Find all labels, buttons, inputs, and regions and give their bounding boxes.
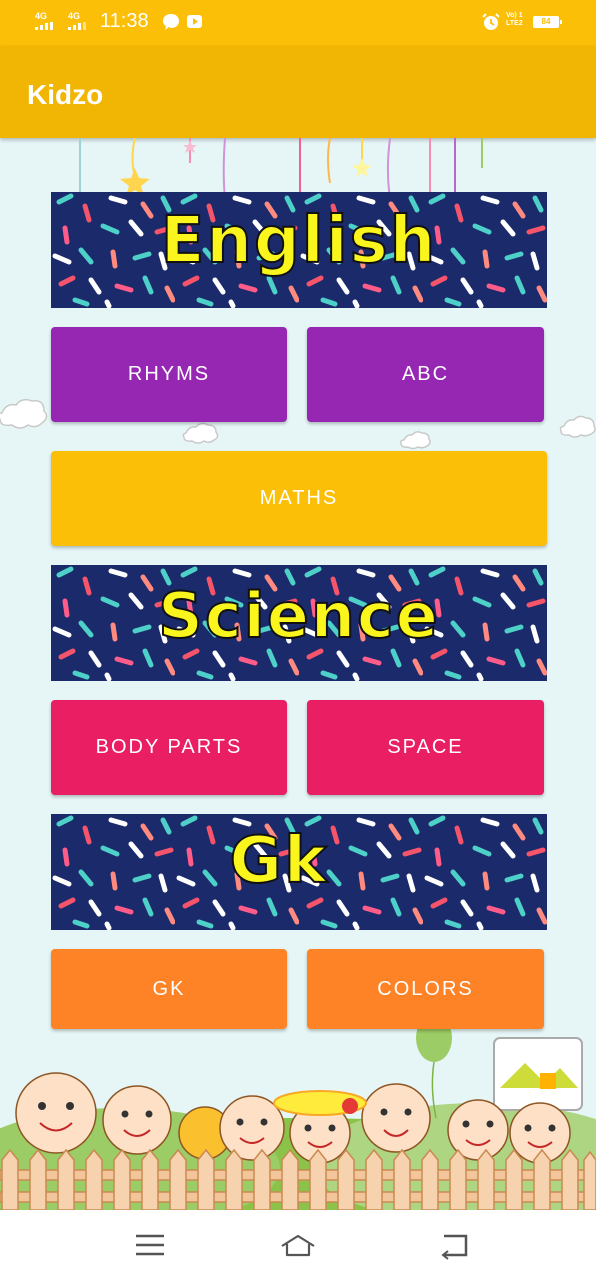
clock: 11:38 xyxy=(100,10,149,32)
youtube-icon xyxy=(187,15,202,28)
battery-icon: 84 xyxy=(533,16,562,28)
app-title: Kidzo xyxy=(27,79,104,110)
alarm-icon xyxy=(482,13,500,30)
system-navigation-bar xyxy=(0,1210,596,1280)
gk-banner-title: Gk xyxy=(228,823,329,899)
english-banner: English xyxy=(51,192,547,308)
rhyms-button[interactable]: RHYMS xyxy=(51,327,287,422)
volte-label: Vo) 1 xyxy=(506,12,523,19)
signal-bars-icon xyxy=(35,22,53,30)
status-bar: 4G 4G 11:38 Vo) 1 LTE2 84 xyxy=(0,0,596,46)
gk-banner: Gk xyxy=(51,814,547,930)
science-banner-title: Science xyxy=(157,578,440,653)
volte-indicator: Vo) 1 LTE2 xyxy=(506,12,523,28)
body-parts-button[interactable]: BODY PARTS xyxy=(51,700,287,795)
gk-button[interactable]: GK xyxy=(51,949,287,1029)
back-icon[interactable] xyxy=(434,1230,474,1260)
science-banner: Science xyxy=(51,565,547,681)
menu-icon[interactable] xyxy=(130,1230,170,1260)
signal-bars-icon xyxy=(68,22,86,30)
network-type-label: 4G xyxy=(68,11,81,21)
home-icon[interactable] xyxy=(278,1230,318,1260)
colors-button[interactable]: COLORS xyxy=(307,949,544,1029)
lte-label: LTE2 xyxy=(506,20,523,27)
message-icon xyxy=(163,14,179,30)
signal-sim2: 4G xyxy=(68,12,92,30)
network-type-label: 4G xyxy=(35,11,48,21)
abc-button[interactable]: ABC xyxy=(307,327,544,422)
maths-button[interactable]: MATHS xyxy=(51,451,547,546)
app-bar: Kidzo xyxy=(0,46,596,138)
space-button[interactable]: SPACE xyxy=(307,700,544,795)
english-banner-title: English xyxy=(160,203,438,279)
signal-sim1: 4G xyxy=(35,12,59,30)
